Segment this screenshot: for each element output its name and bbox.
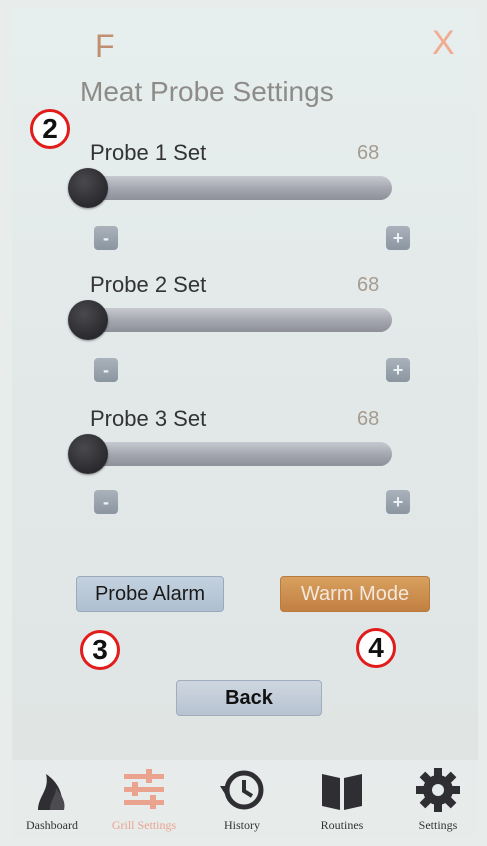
back-button[interactable]: Back	[176, 680, 322, 716]
callout-marker-4: 4	[356, 628, 396, 668]
page-title: Meat Probe Settings	[80, 76, 334, 107]
probe-3-slider-handle[interactable]	[68, 434, 108, 474]
bottom-navigation: Dashboard Grill Settings History Routine…	[12, 760, 478, 838]
probe-alarm-button[interactable]: Probe Alarm	[76, 576, 224, 612]
nav-label-dashboard: Dashboard	[26, 818, 78, 832]
probe-3-slider[interactable]	[82, 442, 392, 466]
probe-2-slider[interactable]	[82, 308, 392, 332]
probe-1-label: Probe 1 Set	[90, 140, 207, 165]
probe-2-increase-button[interactable]: +	[386, 358, 410, 382]
history-icon	[220, 770, 264, 810]
nav-label-history: History	[224, 818, 260, 832]
warm-mode-button[interactable]: Warm Mode	[280, 576, 430, 612]
nav-label-routines: Routines	[320, 818, 364, 832]
flame-icon	[38, 774, 65, 810]
nav-item-settings[interactable]: Settings	[398, 766, 478, 833]
probe-3-value: 68	[357, 408, 380, 430]
close-button[interactable]: X	[432, 24, 455, 63]
probe-3-decrease-button[interactable]: -	[94, 490, 118, 514]
nav-item-history[interactable]: History	[202, 766, 282, 833]
nav-label-settings: Settings	[418, 818, 458, 832]
probe-2-label: Probe 2 Set	[90, 272, 207, 297]
probe-1-slider[interactable]	[82, 176, 392, 200]
book-icon	[322, 774, 362, 810]
probe-3-label: Probe 3 Set	[90, 406, 207, 431]
probe-1-value: 68	[357, 142, 380, 164]
probe-1-slider-handle[interactable]	[68, 168, 108, 208]
sliders-icon	[124, 769, 164, 809]
temperature-unit[interactable]: F	[95, 28, 115, 65]
callout-marker-2: 2	[30, 109, 70, 149]
callout-marker-3: 3	[80, 630, 120, 670]
probe-1-increase-button[interactable]: +	[386, 226, 410, 250]
nav-item-dashboard[interactable]: Dashboard	[12, 766, 92, 833]
probe-3-increase-button[interactable]: +	[386, 490, 410, 514]
probe-2-decrease-button[interactable]: -	[94, 358, 118, 382]
nav-item-grill-settings[interactable]: Grill Settings	[104, 766, 184, 833]
probe-2-value: 68	[357, 274, 380, 296]
nav-item-routines[interactable]: Routines	[302, 766, 382, 833]
probe-1-decrease-button[interactable]: -	[94, 226, 118, 250]
gear-icon	[416, 768, 460, 812]
probe-2-slider-handle[interactable]	[68, 300, 108, 340]
nav-label-grill-settings: Grill Settings	[111, 818, 177, 832]
